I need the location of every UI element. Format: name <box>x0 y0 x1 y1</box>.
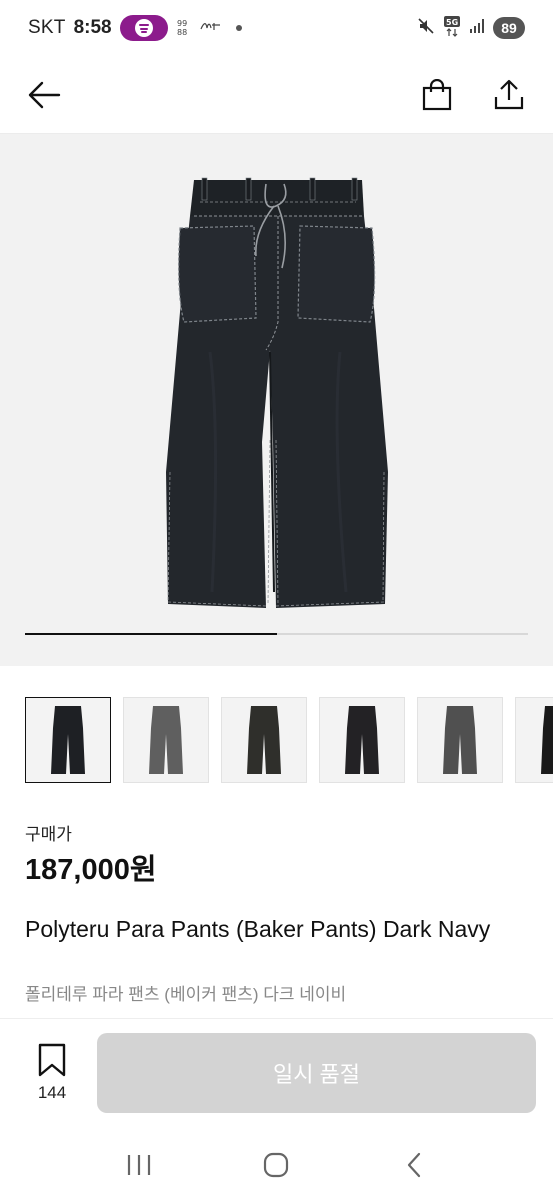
recent-apps-icon[interactable] <box>109 1135 169 1195</box>
svg-text:99: 99 <box>177 19 187 28</box>
battery-indicator: 89 <box>493 17 525 39</box>
product-image-gallery[interactable] <box>0 134 553 666</box>
thumbnail-pants-image <box>443 706 477 774</box>
thumbnail-5[interactable] <box>417 697 503 783</box>
product-name: Polyteru Para Pants (Baker Pants) Dark N… <box>25 916 491 942</box>
thumbnail-pants-image <box>149 706 183 774</box>
thumbnail-6[interactable] <box>515 697 553 783</box>
clock: 8:58 <box>73 17 112 38</box>
5g-icon: 5G <box>443 15 461 42</box>
back-icon[interactable] <box>384 1135 444 1195</box>
status-bar: SKT 8:58 99 88 5G 89 <box>0 0 553 56</box>
more-notifications-dot <box>235 25 242 31</box>
spotify-icon <box>119 15 168 41</box>
thumbnail-4[interactable] <box>319 697 405 783</box>
thumbnail-pants-image <box>247 706 281 774</box>
wishlist-count: 144 <box>37 1083 67 1102</box>
app-header <box>0 56 553 134</box>
product-image-pants <box>166 177 388 608</box>
shopping-bag-icon[interactable] <box>415 73 459 117</box>
gallery-progress-track <box>25 633 528 635</box>
thumbnail-strip <box>25 697 553 783</box>
signal-icon <box>469 18 485 39</box>
gallery-progress-fill <box>25 633 277 635</box>
price-label: 구매가 <box>25 825 72 844</box>
thumbnail-2[interactable] <box>123 697 209 783</box>
thumbnail-pants-image <box>51 706 85 774</box>
status-left: SKT 8:58 99 88 <box>28 15 242 41</box>
bookmark-icon <box>38 1043 66 1077</box>
sold-out-button[interactable]: 일시 품절 <box>97 1033 536 1113</box>
product-price: 187,000원 <box>25 854 157 886</box>
thumbnail-pants-image <box>345 706 379 774</box>
home-icon[interactable] <box>246 1135 306 1195</box>
wishlist-button[interactable]: 144 <box>22 1043 82 1103</box>
carrier-label: SKT <box>28 17 66 38</box>
header-actions <box>415 73 531 117</box>
notification-icon: 99 88 <box>176 18 192 39</box>
share-icon[interactable] <box>487 73 531 117</box>
back-arrow-icon[interactable] <box>22 73 66 117</box>
status-right: 5G 89 <box>417 15 525 42</box>
brand-notification-icon <box>200 19 222 37</box>
thumbnail-1[interactable] <box>25 697 111 783</box>
svg-text:88: 88 <box>177 28 187 36</box>
mute-icon <box>417 17 435 40</box>
system-navigation-bar <box>0 1130 553 1200</box>
thumbnail-pants-image <box>541 706 553 774</box>
product-name-korean: 폴리테루 파라 팬츠 (베이커 팬츠) 다크 네이비 <box>25 985 347 1004</box>
bottom-action-bar: 144 일시 품절 <box>0 1018 553 1130</box>
svg-text:5G: 5G <box>446 18 458 27</box>
thumbnail-3[interactable] <box>221 697 307 783</box>
